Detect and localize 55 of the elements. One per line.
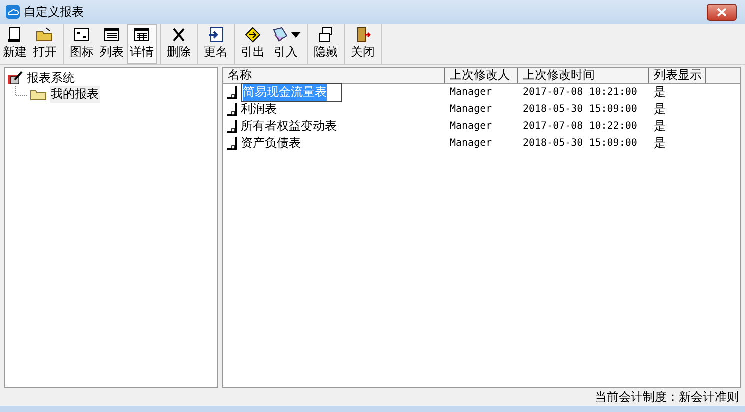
import-icon — [271, 27, 289, 43]
document-icon — [7, 27, 23, 43]
report-name[interactable]: 所有者权益变动表 — [241, 118, 337, 135]
report-system-icon — [7, 71, 23, 85]
report-icon — [226, 136, 240, 151]
folder-icon — [36, 27, 54, 43]
table-cell-text: 2018-05-30 15:09:00 — [522, 138, 638, 149]
windows-icon — [318, 27, 334, 43]
tree-item[interactable]: 报表系统 — [26, 70, 76, 86]
toolbar-button[interactable]: 打开 — [30, 24, 60, 64]
table-cell-text: 2017-07-08 10:22:00 — [522, 121, 638, 132]
toolbar-button[interactable]: 引出 — [238, 24, 268, 64]
report-icon — [226, 85, 240, 100]
report-name[interactable]: 利润表 — [241, 101, 277, 118]
icon-view-icon — [74, 27, 90, 43]
table-cell-text: Manager — [449, 121, 494, 132]
table-cell-text: 是 — [653, 84, 667, 101]
diamond-arrow-icon — [244, 27, 262, 43]
exit-door-icon — [355, 27, 371, 43]
cross-icon — [171, 27, 187, 43]
cloud-app-icon — [6, 5, 20, 19]
toolbar-button[interactable]: 新建 — [0, 24, 30, 64]
column-header[interactable]: 上次修改时间 — [518, 68, 649, 84]
report-icon — [226, 102, 240, 117]
toolbar-button[interactable]: 更名 — [201, 24, 231, 64]
caret-icon — [291, 32, 301, 38]
folder-icon — [30, 88, 47, 100]
column-header[interactable]: 名称 — [223, 68, 445, 84]
window-title: 自定义报表 — [24, 4, 85, 20]
column-header[interactable]: 上次修改人 — [445, 68, 518, 84]
list-view-icon — [104, 27, 120, 43]
table-cell-text: 2017-07-08 10:21:00 — [522, 87, 638, 98]
table-cell-text: 是 — [653, 101, 667, 118]
toolbar-button[interactable]: 详情 — [127, 24, 157, 64]
table-cell-text: Manager — [449, 87, 494, 98]
table-cell-text: Manager — [449, 138, 494, 149]
toolbar-button[interactable]: 列表 — [97, 24, 127, 64]
table-cell-text: 2018-05-30 15:09:00 — [522, 104, 638, 115]
close-button[interactable] — [707, 4, 737, 20]
table-cell-text: 是 — [653, 135, 667, 152]
toolbar-button[interactable]: 图标 — [67, 24, 97, 64]
report-icon — [226, 119, 240, 134]
column-header[interactable]: 列表显示 — [649, 68, 706, 84]
status-text: 当前会计制度：新会计准则 — [595, 388, 739, 406]
toolbar-button[interactable]: 删除 — [164, 24, 194, 64]
report-name[interactable]: 资产负债表 — [241, 135, 301, 152]
toolbar-button[interactable]: 隐藏 — [311, 24, 341, 64]
table-cell-text: Manager — [449, 104, 494, 115]
table-cell-text: 是 — [653, 118, 667, 135]
close-icon — [717, 8, 727, 16]
arrow-into-page-icon — [208, 27, 224, 43]
details-view-icon — [134, 27, 150, 43]
toolbar-button[interactable]: 关闭 — [348, 24, 378, 64]
tree-item[interactable]: 我的报表 — [50, 86, 100, 102]
toolbar-button[interactable]: 引入 — [268, 24, 304, 64]
